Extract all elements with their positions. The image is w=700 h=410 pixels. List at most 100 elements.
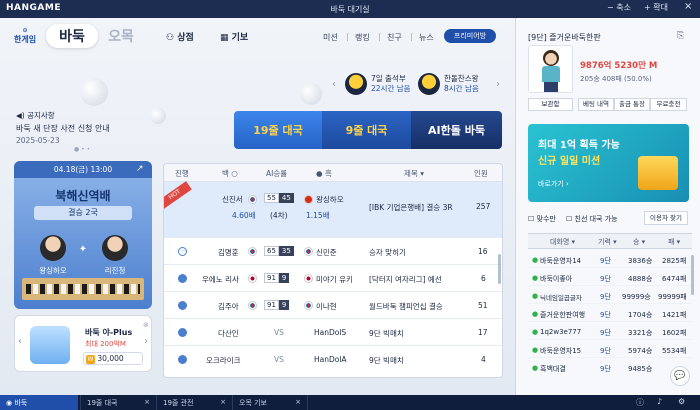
ai-winrate: 65 35 [264, 246, 294, 256]
taskbar-tab-19-watch[interactable]: 19줄 관전 × [156, 395, 232, 410]
user-list-scrollbar[interactable] [691, 255, 694, 295]
korea-flag-icon [304, 247, 313, 256]
col-win[interactable]: 승 ▾ [633, 237, 645, 247]
online-dot-icon: ● [532, 310, 539, 318]
attendance-card-1[interactable]: 7일 출석부 22시간 남음 [371, 74, 411, 94]
user-name: 바둑이좋아 [540, 275, 573, 283]
player1-name: 왕싱하오 [39, 266, 67, 275]
stone-decoration [150, 108, 166, 124]
external-link-icon[interactable]: ↗ [136, 164, 144, 174]
friendly-match-checkbox[interactable]: ☐ 친선 대국 가능 [566, 214, 618, 224]
menu-mission[interactable]: 미션 [323, 32, 338, 43]
maximize-button[interactable]: + 확대 [644, 2, 668, 13]
attendance-prev-icon[interactable]: ‹ [332, 79, 336, 90]
play-9-button[interactable]: 9줄 대국 [322, 111, 411, 149]
col-status: 진행 [175, 169, 189, 178]
table-row[interactable]: 김주아 91 9 이나현 월드바둑 챔피언십 결승 51 [164, 292, 502, 319]
user-wins: 5974승 [628, 347, 653, 355]
storage-button[interactable]: 보관함 [528, 98, 573, 111]
user-name: 바둑운영자15 [540, 347, 582, 355]
close-icon[interactable]: × [684, 1, 692, 12]
tab-omok[interactable]: 오목 [98, 24, 144, 48]
play-19-button[interactable]: 19줄 대국 [234, 111, 322, 149]
table-scrollbar[interactable] [498, 254, 501, 284]
promo-close-icon[interactable]: ⊗ [143, 321, 149, 329]
sound-icon[interactable]: ♪ [657, 397, 662, 406]
notice-page-dots[interactable]: ● • • [74, 146, 90, 153]
promo-price[interactable]: W 30,000 [83, 352, 143, 365]
notice-text[interactable]: 바둑 새 단장 사전 신청 안내 [16, 123, 110, 134]
mission-banner[interactable]: 최대 1억 획득 가능 신규 일일 미션 바로가기 › [528, 124, 689, 202]
gibo-button[interactable]: ▦ 기보 [220, 30, 248, 43]
promo-card[interactable]: ‹ 바둑 야-Plus 최대 200억M W 30,000 ⊗ › [14, 315, 152, 372]
avatar[interactable] [528, 45, 573, 93]
promo-next-icon[interactable]: › [144, 336, 148, 347]
table-row[interactable]: 오크라이크 VS HanDolA 9단 빅매치 4 [164, 346, 502, 373]
list-item[interactable]: ● 바둑운영자15 9단 5974승 5534패 [528, 343, 692, 358]
col-nickname[interactable]: 대화명 ▾ [550, 237, 575, 247]
list-item[interactable]: ● 닉네임일곱글자 9단 99999승 99999패 [528, 289, 692, 304]
help-icon[interactable]: ⓘ [636, 397, 644, 408]
col-title[interactable]: 제목 ▾ [404, 168, 424, 179]
window-title: 바둑 대기실 [330, 5, 370, 14]
banner-go-link[interactable]: 바로가기 › [538, 179, 569, 189]
tab-baduk[interactable]: 바둑 [46, 24, 98, 48]
table-row[interactable]: ··· 김명훈 65 35 신민준 승자 맞히기 16 [164, 238, 502, 265]
bet-history-button[interactable]: 베팅 내역 [578, 98, 614, 111]
table-row[interactable]: HOT 신진서 4.60배 55 45 (4차) 왕싱하오 1.15배 [IBK … [164, 181, 502, 238]
korea-flag-icon [248, 301, 257, 310]
stone-decoration [300, 83, 322, 105]
rival-only-checkbox[interactable]: ☐ 맞수만 [528, 214, 556, 224]
list-item[interactable]: ● 바둑운영자14 9단 3836승 2825패 [528, 253, 692, 268]
list-item[interactable]: ● 1q2w3e777 9단 3321승 1602패 [528, 325, 692, 340]
close-icon[interactable]: × [295, 398, 301, 406]
game-title: [닥터지 여자리그] 예선 [369, 275, 442, 284]
viewer-count: 4 [481, 355, 486, 364]
minimize-button[interactable]: − 축소 [607, 2, 631, 13]
online-dot-icon: ● [532, 292, 539, 300]
korea-flag-icon [304, 301, 313, 310]
event-card[interactable]: 04.18(금) 13:00 ↗ 북해신역배 결승 2국 ✦ 왕싱하오 리진청 [14, 161, 152, 309]
online-dot-icon: ● [532, 256, 539, 264]
bookmark-icon[interactable]: ⎘ [677, 31, 684, 41]
vs-label: VS [274, 328, 284, 337]
taskbar-tab-19-game[interactable]: 19줄 대국 × [80, 395, 156, 410]
shop-button[interactable]: ⚇ 상점 [166, 30, 194, 43]
list-item[interactable]: ● 바둑이좋아 9단 4888승 6474패 [528, 271, 692, 286]
withdraw-account-button[interactable]: 출금 통장 [614, 98, 650, 111]
online-dot-icon: ● [532, 364, 539, 372]
white-player: 오크라이크 [206, 356, 241, 365]
event-title: 북해신역배 [55, 189, 111, 203]
premium-room-button[interactable]: 프리미어방 [444, 29, 496, 43]
settings-icon[interactable]: ⚙ [678, 397, 685, 406]
attendance-next-icon[interactable]: › [496, 79, 500, 90]
play-ai-button[interactable]: AI한돌 바둑 [411, 111, 502, 149]
menu-friend[interactable]: 친구 [387, 32, 402, 43]
col-loss[interactable]: 패 ▾ [668, 237, 680, 247]
japan-flag-icon [248, 274, 257, 283]
menu-news[interactable]: 뉴스 [419, 32, 434, 43]
hot-badge: HOT [164, 181, 192, 209]
find-user-button[interactable]: 이용자 찾기 [644, 211, 688, 225]
taskbar-tab-baduk[interactable]: ◉ 바둑 [0, 395, 78, 410]
online-dot-icon: ● [532, 274, 539, 282]
brand-label: ⊙ 한게임 [14, 27, 37, 44]
close-icon[interactable]: × [144, 398, 150, 406]
col-rank[interactable]: 기력 ▾ [598, 237, 617, 247]
board-icon: ▦ [220, 33, 229, 43]
menu-ranking[interactable]: 랭킹 [355, 32, 370, 43]
ai-winrate: 91 9 [264, 300, 290, 310]
list-item[interactable]: ● 흑백대결 9단 9485승 [528, 361, 692, 376]
close-icon[interactable]: × [220, 398, 226, 406]
col-white[interactable]: 백 ○ [222, 168, 238, 179]
list-item[interactable]: ● 즐거운한판여행 9단 1704승 1421패 [528, 307, 692, 322]
chat-icon[interactable]: 💬 [670, 366, 690, 386]
promo-prev-icon[interactable]: ‹ [18, 336, 22, 347]
table-row[interactable]: 다산인 VS HanDolS 9단 빅매치 17 [164, 319, 502, 346]
col-black[interactable]: ● 흑 [316, 168, 332, 179]
table-row[interactable]: 우에노 리사 91 9 미야기 유키 [닥터지 여자리그] 예선 6 [164, 265, 502, 292]
free-charge-button[interactable]: 무료충전 [650, 98, 687, 111]
taskbar-tab-omok-gibo[interactable]: 오목 기보 × [232, 395, 308, 410]
attendance-card-2[interactable]: 한돌찬스왕 8시간 남음 [444, 74, 479, 94]
white-player: 김주아 [218, 302, 239, 311]
